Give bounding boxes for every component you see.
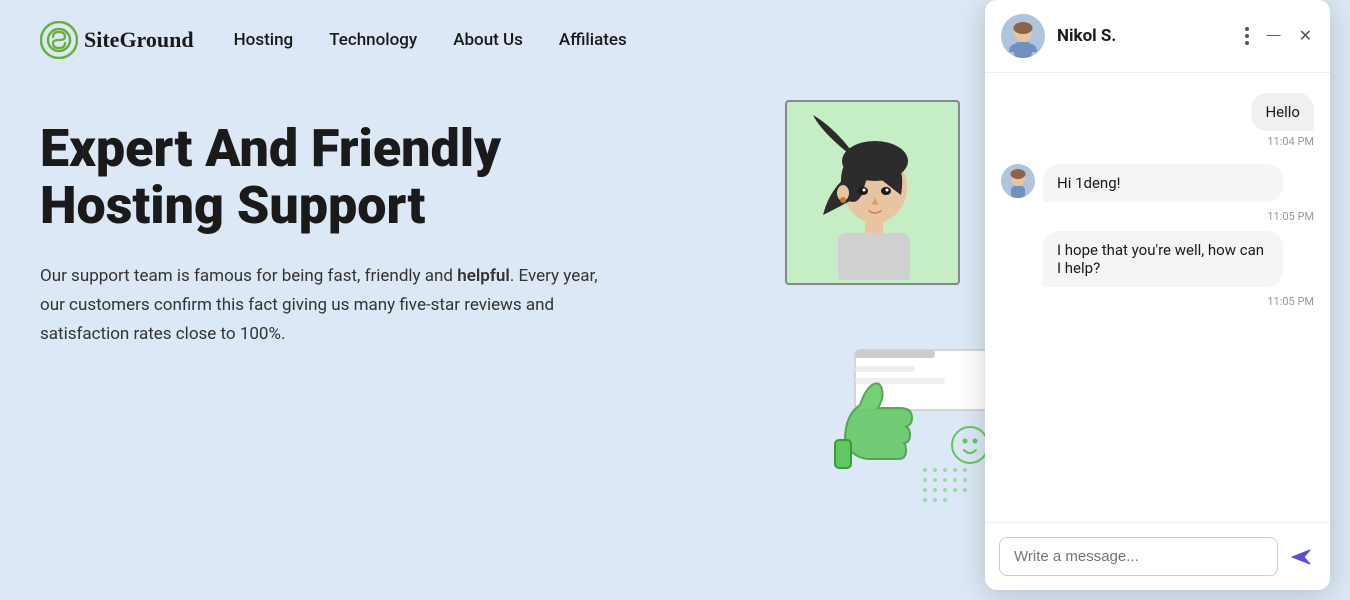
agent-name: Nikol S. xyxy=(1057,26,1231,46)
chat-messages: Hello 11:04 PM Hi 1deng! 11:05 PM I ho xyxy=(985,73,1330,522)
hero-description: Our support team is famous for being fas… xyxy=(40,262,600,349)
nav-about-us[interactable]: About Us xyxy=(453,30,523,50)
agent-avatar-small xyxy=(1001,164,1035,198)
close-icon: ✕ xyxy=(1299,26,1312,46)
thumbs-illustration xyxy=(795,340,995,510)
hero-section: Expert And Friendly Hosting Support Our … xyxy=(0,80,700,349)
chat-input-area xyxy=(985,522,1330,590)
agent-msg-1-block: Hi 1deng! 11:05 PM xyxy=(1043,164,1314,223)
send-icon xyxy=(1290,546,1312,568)
chat-header: Nikol S. — ✕ xyxy=(985,0,1330,73)
agent-messages-content: Hi 1deng! 11:05 PM I hope that you're we… xyxy=(1043,164,1314,308)
chat-close-button[interactable]: ✕ xyxy=(1297,24,1314,48)
logo-icon xyxy=(40,21,78,59)
character-svg xyxy=(793,105,953,280)
chat-widget: Nikol S. — ✕ Hello 11:04 PM xyxy=(985,0,1330,590)
chat-send-button[interactable] xyxy=(1286,542,1316,572)
thumbsup-svg xyxy=(795,340,995,510)
agent-msg-2-block: I hope that you're well, how can I help?… xyxy=(1043,231,1314,308)
agent-msg-2-text: I hope that you're well, how can I help? xyxy=(1043,231,1283,287)
agent-msg-2-time: 11:05 PM xyxy=(1043,295,1314,308)
nav-technology[interactable]: Technology xyxy=(329,30,417,50)
chat-minimize-button[interactable]: — xyxy=(1265,24,1283,44)
nav-links: Hosting Technology About Us Affiliates xyxy=(234,30,627,50)
chat-header-actions: — ✕ xyxy=(1243,24,1314,48)
logo-text: SiteGround xyxy=(84,27,194,53)
minimize-icon: — xyxy=(1267,26,1281,42)
character-illustration xyxy=(785,100,960,285)
nav-hosting[interactable]: Hosting xyxy=(234,30,294,50)
agent-msg-1-text: Hi 1deng! xyxy=(1043,164,1283,202)
message-hello-text: Hello xyxy=(1251,93,1314,131)
chat-more-button[interactable] xyxy=(1243,25,1251,47)
more-dots-icon xyxy=(1245,27,1249,45)
logo[interactable]: SiteGround xyxy=(40,21,194,59)
nav-affiliates[interactable]: Affiliates xyxy=(559,30,627,50)
message-hello-time: 11:04 PM xyxy=(1267,135,1314,148)
agent-msg-1-time: 11:05 PM xyxy=(1043,210,1314,223)
agent-avatar xyxy=(1001,14,1045,58)
chat-message-input[interactable] xyxy=(999,537,1278,576)
message-hello: Hello 11:04 PM xyxy=(1001,93,1314,148)
message-agent-row: Hi 1deng! 11:05 PM I hope that you're we… xyxy=(1001,164,1314,308)
hero-title: Expert And Friendly Hosting Support xyxy=(40,120,660,234)
